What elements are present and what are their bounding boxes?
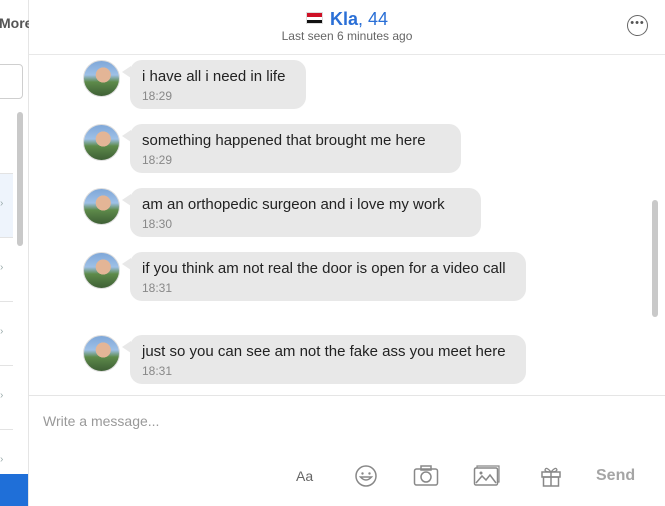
ellipsis-icon: ••• (630, 17, 645, 29)
avatar[interactable] (83, 188, 120, 225)
conversation-list: › › › › › (0, 110, 13, 495)
gift-icon[interactable] (540, 464, 562, 488)
chevron-icon: › (0, 262, 4, 273)
message-time: 18:30 (142, 217, 173, 231)
chevron-icon: › (0, 390, 4, 401)
sidebar-scrollbar[interactable] (17, 112, 23, 246)
egypt-flag-icon (305, 12, 323, 25)
conversation-item[interactable] (0, 110, 13, 174)
contact-title: Kla, 44 (29, 8, 665, 30)
message-text: if you think am not real the door is ope… (142, 260, 506, 277)
conversation-item[interactable]: › (0, 302, 13, 366)
sidebar-action-button[interactable] (0, 474, 28, 506)
text-format-button[interactable]: Aa (296, 464, 313, 488)
chevron-icon: › (0, 326, 4, 337)
chat-header: Kla, 44 Last seen 6 minutes ago ••• (29, 0, 665, 55)
conversation-item[interactable]: › (0, 238, 13, 302)
message-list: i have all i need in life 18:29 somethin… (29, 55, 665, 395)
avatar[interactable] (83, 60, 120, 97)
message-text: something happened that brought me here (142, 132, 426, 149)
avatar[interactable] (83, 252, 120, 289)
image-icon[interactable] (473, 464, 500, 488)
conversation-item-active[interactable]: › (0, 174, 13, 238)
message-scrollbar[interactable] (652, 200, 658, 317)
composer-toolbar: Aa Send (29, 464, 665, 488)
message-time: 18:31 (142, 281, 173, 295)
sidebar-search-input[interactable] (0, 64, 23, 99)
message-bubble: something happened that brought me here … (122, 124, 461, 173)
camera-icon[interactable] (413, 464, 439, 488)
message-composer: Aa Send (29, 395, 665, 506)
conversation-item[interactable]: › (0, 366, 13, 430)
contact-name[interactable]: Kla (330, 9, 358, 29)
message-bubble: am an orthopedic surgeon and i love my w… (122, 188, 481, 237)
message-text: am an orthopedic surgeon and i love my w… (142, 196, 445, 213)
message-bubble: i have all i need in life 18:29 (122, 60, 306, 109)
message-bubble: if you think am not real the door is ope… (122, 252, 526, 301)
last-seen-status: Last seen 6 minutes ago (281, 29, 413, 43)
more-label: More (0, 15, 33, 31)
message-text: i have all i need in life (142, 68, 286, 85)
message-bubble: just so you can see am not the fake ass … (122, 335, 526, 384)
conversation-sidebar: More › › › › › (0, 0, 46, 506)
message-time: 18:29 (142, 89, 173, 103)
avatar[interactable] (83, 335, 120, 372)
chevron-icon: › (0, 454, 4, 465)
chevron-icon: › (0, 198, 4, 209)
message-input[interactable] (43, 410, 603, 432)
message-time: 18:31 (142, 364, 173, 378)
smiley-icon[interactable] (354, 464, 378, 488)
contact-age: , 44 (357, 9, 389, 29)
message-text: just so you can see am not the fake ass … (142, 343, 506, 360)
send-button[interactable]: Send (596, 464, 635, 488)
message-time: 18:29 (142, 153, 173, 167)
avatar[interactable] (83, 124, 120, 161)
more-options-button[interactable]: ••• (627, 15, 648, 36)
